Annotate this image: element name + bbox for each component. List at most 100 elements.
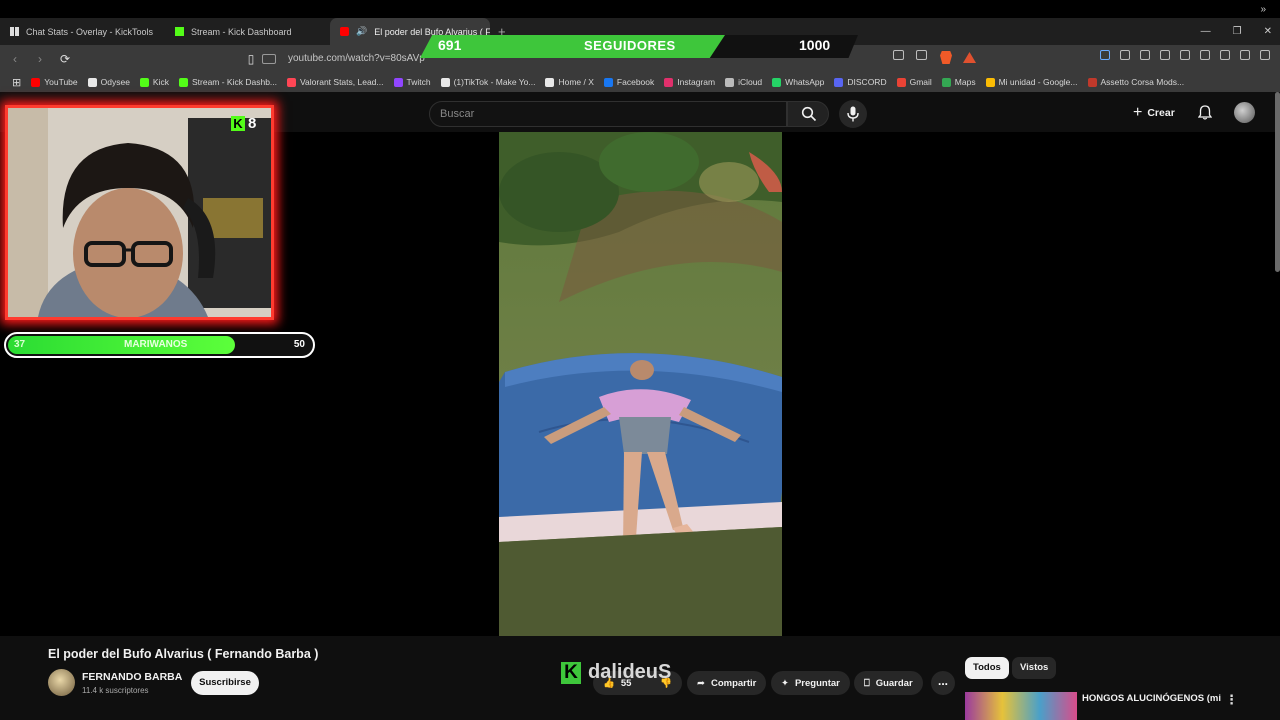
address-actions: [893, 50, 927, 60]
bookmark-icon[interactable]: ▯: [241, 52, 261, 66]
share-icon: ➦: [697, 677, 705, 689]
video-details: El poder del Bufo Alvarius ( Fernando Ba…: [0, 636, 1280, 720]
youtube-icon: [340, 27, 349, 36]
mic-icon: [847, 106, 859, 122]
bookmark-item[interactable]: Facebook: [603, 77, 654, 87]
bookmark-item[interactable]: Gmail: [896, 77, 932, 87]
bookmark-label: DISCORD: [847, 77, 887, 87]
share-button[interactable]: ➦ Compartir: [687, 671, 767, 695]
bookmark-label: Maps: [954, 77, 976, 87]
search-button[interactable]: [787, 101, 829, 127]
chip-watched[interactable]: Vistos: [1012, 657, 1057, 679]
bookmark-item[interactable]: Stream - Kick Dashb...: [178, 77, 278, 87]
bookmark-item[interactable]: Instagram: [664, 77, 715, 87]
create-label: Crear: [1147, 107, 1175, 119]
ask-button[interactable]: ✦ Preguntar: [771, 671, 850, 695]
extension-icon[interactable]: [1100, 50, 1110, 60]
puzzle-icon[interactable]: [1120, 50, 1130, 60]
bookmark-item[interactable]: YouTube: [31, 77, 78, 87]
bookmark-favicon-icon: [87, 77, 97, 87]
notifications-bell-icon[interactable]: [1198, 105, 1212, 120]
bookmark-label: WhatsApp: [785, 77, 825, 87]
screenshot-icon[interactable]: [1140, 50, 1150, 60]
sparkle-icon: ✦: [781, 677, 789, 689]
bookmark-label: Home / X: [558, 77, 594, 87]
channel-avatar[interactable]: [48, 669, 75, 696]
tab-label: Stream - Kick Dashboard: [191, 26, 292, 37]
bookmark-item[interactable]: Maps: [941, 77, 976, 87]
subscribe-button[interactable]: Suscribirse: [191, 671, 259, 695]
bookmark-item[interactable]: WhatsApp: [772, 77, 824, 87]
video-player[interactable]: [499, 132, 782, 636]
sub-goal-label: MARIWANOS: [124, 339, 188, 350]
bookmark-item[interactable]: Odysee: [87, 77, 130, 87]
bookmark-label: YouTube: [44, 77, 78, 87]
vpn-icon[interactable]: [1240, 50, 1250, 60]
wallet-icon[interactable]: [1200, 50, 1210, 60]
apps-icon[interactable]: ⊞: [12, 76, 21, 89]
bookmark-label: (1)TikTok - Make Yo...: [453, 77, 536, 87]
back-icon[interactable]: ‹: [5, 52, 25, 66]
bookmark-label: Instagram: [677, 77, 716, 87]
extension-icons: [1100, 50, 1270, 60]
cast-icon[interactable]: [893, 50, 904, 60]
bookmark-favicon-icon: [985, 77, 995, 87]
site-info-icon[interactable]: [262, 53, 276, 64]
bookmark-item[interactable]: iCloud: [725, 77, 762, 87]
tab-label: Chat Stats - Overlay - KickTools: [26, 26, 154, 37]
more-actions-button[interactable]: ...: [931, 671, 955, 695]
recommendation-title[interactable]: HONGOS ALUCINÓGENOS (mi: [1082, 693, 1221, 704]
follower-goal-overlay: 691 SEGUIDORES 1000: [420, 35, 858, 58]
account-avatar[interactable]: [1234, 102, 1255, 123]
channel-name[interactable]: FERNANDO BARBA: [82, 671, 182, 683]
bookmark-label: Stream - Kick Dashb...: [191, 77, 278, 87]
leo-icon[interactable]: [1220, 50, 1230, 60]
forward-icon[interactable]: ›: [30, 52, 50, 66]
reload-icon[interactable]: ⟳: [55, 52, 75, 66]
bookmark-label: Mi unidad - Google...: [998, 77, 1078, 87]
restore-icon[interactable]: ❐: [1233, 26, 1242, 37]
sub-goal-current: 37: [14, 339, 26, 350]
bookmark-item[interactable]: Kick: [139, 77, 169, 87]
bookmark-item[interactable]: (1)TikTok - Make Yo...: [440, 77, 536, 87]
bookmark-label: Twitch: [406, 77, 431, 87]
sidebar-icon[interactable]: [1180, 50, 1190, 60]
share-page-icon[interactable]: [916, 50, 927, 60]
create-button[interactable]: + Crear: [1133, 104, 1175, 122]
plus-icon: +: [1133, 104, 1143, 121]
tab-chat-stats[interactable]: Chat Stats - Overlay - KickTools: [0, 18, 165, 45]
chip-all[interactable]: Todos: [965, 657, 1009, 679]
save-button[interactable]: ⎕ Guardar: [854, 671, 923, 695]
minimize-icon[interactable]: —: [1201, 26, 1211, 37]
bookmark-favicon-icon: [834, 77, 844, 87]
audio-icon[interactable]: 🔊: [356, 26, 367, 37]
recommendation-menu-icon[interactable]: ⋮: [1225, 692, 1238, 708]
save-label: Guardar: [875, 677, 913, 689]
sub-goal-max: 50: [293, 339, 305, 350]
search-icon: [801, 106, 817, 122]
bookmark-item[interactable]: Home / X: [545, 77, 594, 87]
media-icon[interactable]: [1160, 50, 1170, 60]
close-window-icon[interactable]: ✕: [1264, 26, 1272, 37]
tab-kick-dashboard[interactable]: Stream - Kick Dashboard: [165, 18, 330, 45]
kick-logo-icon: K: [231, 116, 245, 131]
bookmark-favicon-icon: [31, 77, 41, 87]
kick-watermark-icon: K: [561, 661, 581, 684]
recommendation-thumbnail[interactable]: [965, 692, 1077, 720]
kick-viewer-count: 8: [248, 115, 257, 132]
menu-icon[interactable]: [1260, 50, 1270, 60]
page-scrollbar[interactable]: [1275, 92, 1280, 272]
bookmark-item[interactable]: Assetto Corsa Mods...: [1087, 77, 1184, 87]
bookmark-label: iCloud: [738, 77, 763, 87]
bookmark-favicon-icon: [896, 77, 906, 87]
bookmark-favicon-icon: [725, 77, 735, 87]
bookmark-favicon-icon: [545, 77, 555, 87]
bookmark-item[interactable]: Valorant Stats, Lead...: [287, 77, 384, 87]
bookmark-item[interactable]: Twitch: [393, 77, 431, 87]
bookmark-item[interactable]: DISCORD: [834, 77, 887, 87]
bookmark-item[interactable]: Mi unidad - Google...: [985, 77, 1078, 87]
voice-search-button[interactable]: [839, 100, 867, 128]
search-input[interactable]: Buscar: [429, 101, 787, 127]
more-bookmarks-icon[interactable]: »: [1260, 4, 1266, 15]
kick-icon: [175, 27, 184, 36]
